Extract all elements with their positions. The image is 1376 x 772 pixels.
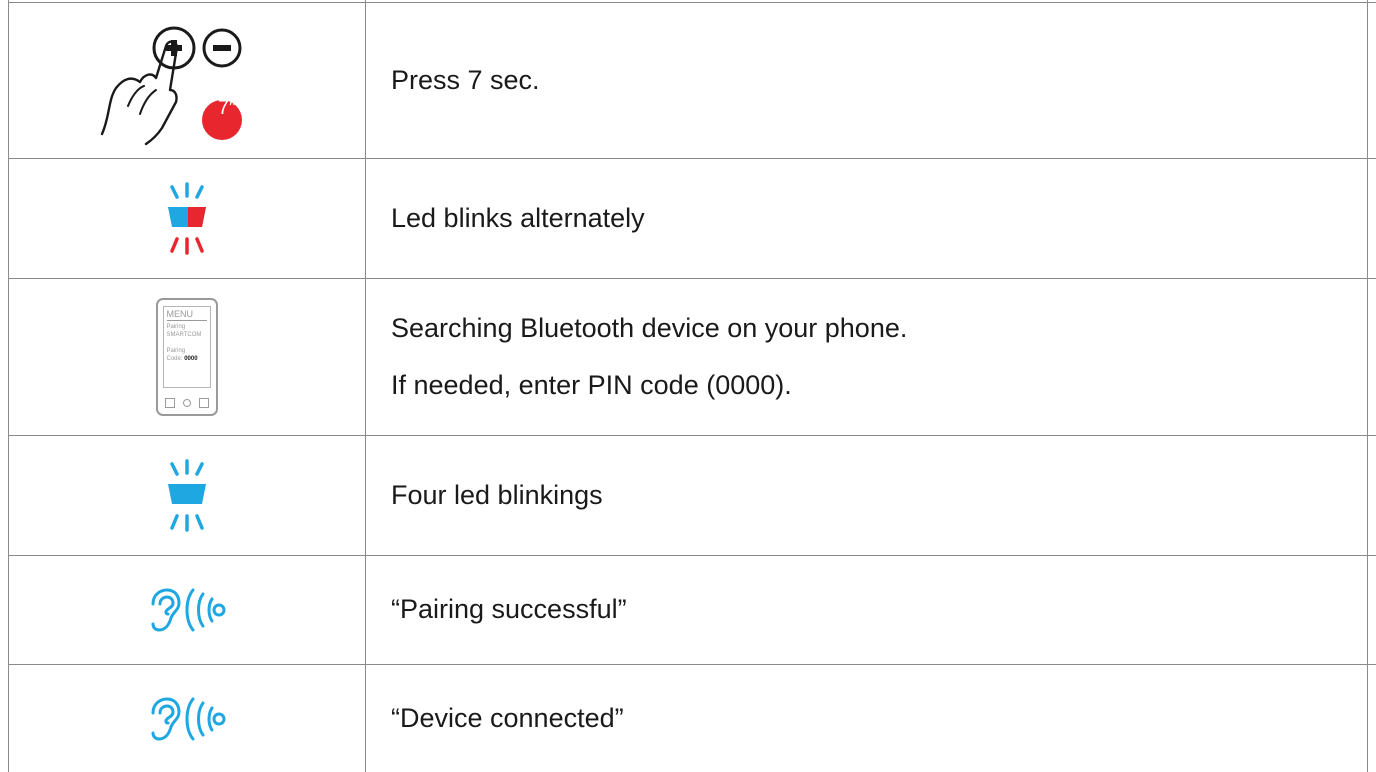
phone-pairing-screen-icon: MENU Pairing SMARTCOM Pairing Code: 0000 <box>155 298 218 416</box>
ear-sound-icon <box>151 588 225 632</box>
table-row: “Device connected” <box>8 665 1376 772</box>
icon-cell <box>8 3 365 158</box>
seven-seconds-badge: 7″ <box>217 97 237 119</box>
phone-pairing-label: Pairing <box>166 324 186 330</box>
table-row: MENU Pairing SMARTCOM Pairing Code: 0000… <box>8 279 1376 435</box>
text-cell: Four led blinkings <box>391 436 1366 555</box>
icon-cell <box>8 556 365 664</box>
instruction-text: Led blinks alternately <box>391 202 645 233</box>
phone-pairing-code-label: Pairing <box>166 348 186 354</box>
led-blink-blue-red-icon <box>167 181 206 255</box>
icon-cell <box>8 436 365 555</box>
phone-back-icon <box>164 398 175 408</box>
table-row: 7″ Press 7 sec. <box>8 3 1376 158</box>
instruction-text: If needed, enter PIN code (0000). <box>391 370 792 400</box>
phone-code-value: 0000 <box>184 356 198 362</box>
phone-menu-icon <box>198 398 209 408</box>
instruction-text: Press 7 sec. <box>391 64 540 95</box>
text-cell: Led blinks alternately <box>391 159 1366 278</box>
instruction-text: Four led blinkings <box>391 479 603 510</box>
text-cell: “Pairing successful” <box>391 556 1366 664</box>
phone-code-label: Code: <box>166 356 183 362</box>
text-cell: Searching Bluetooth device on your phone… <box>391 279 1366 435</box>
table-row: Four led blinkings <box>8 436 1376 555</box>
text-cell: Press 7 sec. <box>391 3 1366 158</box>
icon-cell: MENU Pairing SMARTCOM Pairing Code: 0000 <box>8 279 365 435</box>
phone-home-icon <box>182 399 191 407</box>
table-row: “Pairing successful” <box>8 556 1376 664</box>
hand-press-plus-minus-icon <box>100 26 242 145</box>
phone-device-name: SMARTCOM <box>166 332 202 338</box>
icon-cell <box>8 665 365 772</box>
text-cell: “Device connected” <box>391 665 1366 772</box>
icon-cell <box>8 159 365 278</box>
instruction-text: “Device connected” <box>391 702 624 733</box>
instruction-text: “Pairing successful” <box>391 594 627 625</box>
ear-sound-icon <box>151 696 225 741</box>
phone-menu-label: MENU <box>166 309 207 321</box>
instruction-text: Searching Bluetooth device on your phone… <box>391 312 908 343</box>
led-blink-blue-icon <box>167 458 206 532</box>
table-row: Led blinks alternately <box>8 159 1376 278</box>
